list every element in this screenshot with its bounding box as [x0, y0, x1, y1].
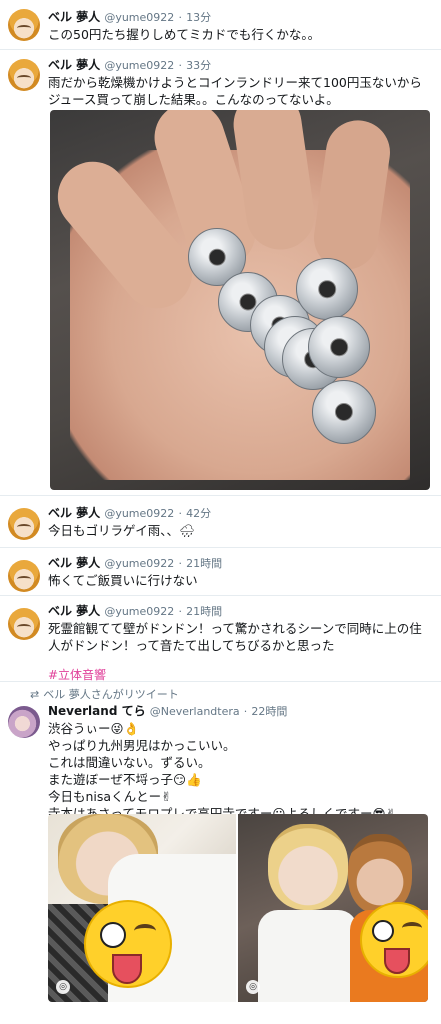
tweet-header: ベル 夢人 @yume0922 · 21時間 [48, 602, 433, 620]
user-name[interactable]: ベル 夢人 [48, 506, 100, 520]
coin [312, 380, 376, 444]
separator-dot: · [178, 59, 182, 72]
user-name[interactable]: ベル 夢人 [48, 556, 100, 570]
user-handle[interactable]: @yume0922 [104, 605, 174, 618]
separator-dot: · [243, 705, 248, 718]
user-name[interactable]: ベル 夢人 [48, 58, 100, 72]
tweet[interactable]: ベル 夢人 @yume0922 · 13分 この50円たち握りしめてミカドでも行… [0, 0, 441, 50]
tweet-text: 死霊館観てて壁がドンドン！って驚かされるシーンで同時に上の住人がドンドン！って音… [48, 621, 422, 653]
tweet[interactable]: ベル 夢人 @yume0922 · 42分 今日もゴリラゲイ雨、、🌧 [0, 496, 441, 548]
winking-emoji-sticker [84, 900, 172, 988]
gif-badge-icon: ◎ [56, 980, 70, 994]
person-image [258, 910, 358, 1002]
separator-dot: · [178, 11, 182, 24]
tweet-text-line: 渋谷うぃー😜👌 [48, 721, 140, 736]
gif-badge-icon: ◎ [246, 980, 260, 994]
user-handle[interactable]: @yume0922 [104, 557, 174, 570]
user-handle[interactable]: @yume0922 [104, 59, 174, 72]
coin [296, 258, 358, 320]
tweet-text-line: やっぱり九州男児はかっこいい。 [48, 738, 236, 753]
user-name[interactable]: ベル 夢人 [48, 10, 100, 24]
tweet-text: この50円たち握りしめてミカドでも行くかな。。 [48, 27, 321, 42]
winking-emoji-sticker [360, 902, 428, 978]
retweeted-tweet[interactable]: Neverland てら @Neverlandtera · 22時間 渋谷うぃー… [0, 700, 441, 1024]
avatar[interactable] [8, 706, 40, 738]
user-name[interactable]: Neverland てら [48, 704, 146, 718]
tweet-text-line: 今日もnisaくんとー✌ [48, 789, 172, 804]
tweet[interactable]: ベル 夢人 @yume0922 · 33分 雨だから乾燥機かけようとコインランド… [0, 50, 441, 496]
tweet-photo[interactable]: ◎ [238, 814, 428, 1002]
avatar[interactable] [8, 508, 40, 540]
tweet-time[interactable]: 13分 [186, 11, 211, 24]
tweet-time[interactable]: 21時間 [186, 557, 222, 570]
tweet-photo[interactable]: ◎ [48, 814, 236, 1002]
person-image [268, 824, 348, 910]
tweet[interactable]: ベル 夢人 @yume0922 · 21時間 死霊館観てて壁がドンドン！って驚か… [0, 596, 441, 682]
tweet-time[interactable]: 42分 [186, 507, 211, 520]
avatar[interactable] [8, 560, 40, 592]
separator-dot: · [178, 507, 182, 520]
tweet-header: ベル 夢人 @yume0922 · 33分 [48, 56, 433, 74]
tweet-time[interactable]: 21時間 [186, 605, 222, 618]
tweet-time[interactable]: 33分 [186, 59, 211, 72]
tweet-photo[interactable] [50, 110, 430, 490]
tweet[interactable]: ベル 夢人 @yume0922 · 21時間 怖くてご飯買いに行けない [0, 548, 441, 596]
avatar[interactable] [8, 9, 40, 41]
coin [308, 316, 370, 378]
tweet-text: 今日もゴリラゲイ雨、、🌧 [48, 523, 195, 538]
tweet-text-line: これは間違いない。ずるい。 [48, 755, 211, 770]
tweet-header: Neverland てら @Neverlandtera · 22時間 [48, 702, 433, 720]
avatar[interactable] [8, 608, 40, 640]
user-handle[interactable]: @yume0922 [104, 507, 174, 520]
hashtag-link[interactable]: #立体音響 [48, 666, 433, 683]
tweet-header: ベル 夢人 @yume0922 · 13分 [48, 8, 433, 26]
separator-dot: · [178, 557, 182, 570]
user-name[interactable]: ベル 夢人 [48, 604, 100, 618]
tweet-text: 雨だから乾燥機かけようとコインランドリー来て100円玉ないからジュース買って崩し… [48, 75, 422, 107]
user-handle[interactable]: @yume0922 [104, 11, 174, 24]
tweet-header: ベル 夢人 @yume0922 · 42分 [48, 504, 433, 522]
tweet-time[interactable]: 22時間 [251, 705, 287, 718]
avatar[interactable] [8, 59, 40, 91]
tweet-header: ベル 夢人 @yume0922 · 21時間 [48, 554, 433, 572]
tweet-text-line: また遊ぼーぜ不埒っ子😏👍 [48, 772, 202, 787]
tweet-text: 怖くてご飯買いに行けない [48, 573, 198, 588]
user-handle[interactable]: @Neverlandtera [150, 705, 240, 718]
separator-dot: · [178, 605, 182, 618]
